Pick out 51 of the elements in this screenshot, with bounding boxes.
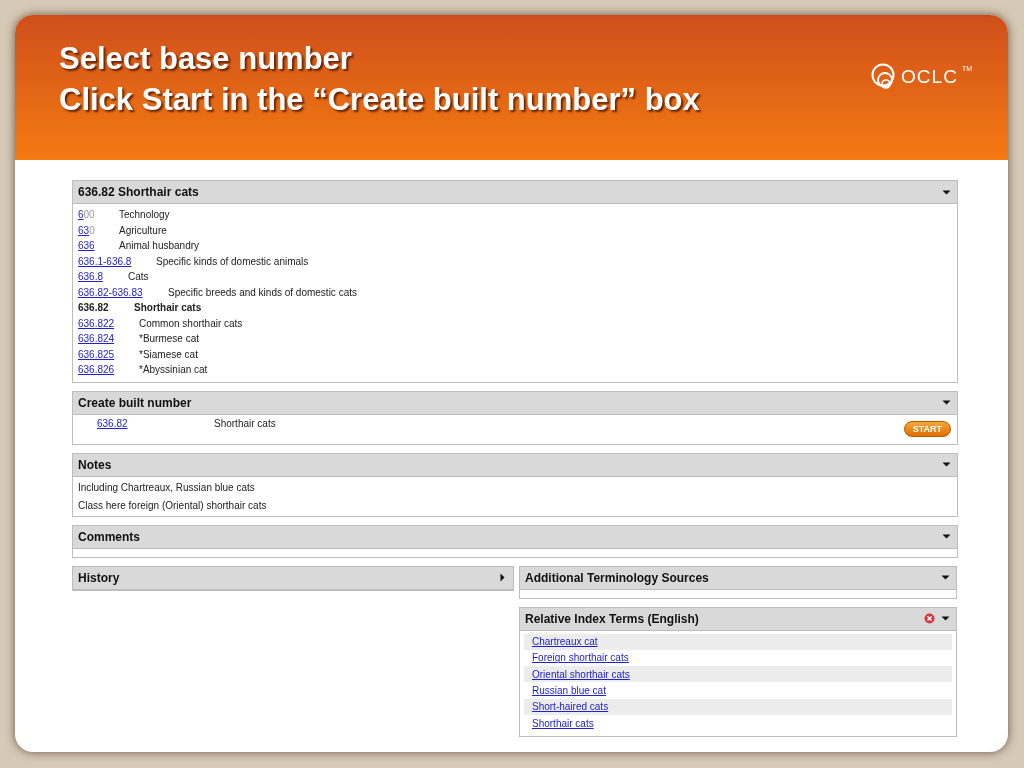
- caret-down-icon[interactable]: [941, 614, 950, 623]
- index-term-link[interactable]: Foreign shorthair cats: [532, 652, 629, 664]
- class-caption: Technology: [119, 209, 170, 221]
- class-number-link[interactable]: 636.8: [78, 271, 104, 283]
- class-caption: Agriculture: [119, 224, 167, 236]
- class-number-suffix: 0: [89, 224, 95, 236]
- index-term-link[interactable]: Oriental shorthair cats: [532, 668, 630, 680]
- class-caption: Specific breeds and kinds of domestic cats: [168, 286, 357, 298]
- class-number: 636.82: [78, 302, 109, 314]
- class-number-link[interactable]: 636.82-636.83: [78, 286, 143, 298]
- class-number-link[interactable]: 636.1-636.8: [78, 255, 132, 267]
- close-icon[interactable]: [924, 613, 935, 624]
- slide-title: Select base number: [59, 39, 353, 78]
- panel-title: Create built number: [78, 395, 193, 410]
- caret-down-icon[interactable]: [942, 460, 951, 469]
- class-number-link[interactable]: 636.822: [78, 317, 115, 329]
- class-number-link[interactable]: 636.825: [78, 348, 115, 360]
- caret-down-icon[interactable]: [942, 532, 951, 541]
- caret-down-icon[interactable]: [942, 398, 951, 407]
- panel-title: Comments: [78, 529, 141, 544]
- index-term-link[interactable]: Chartreaux cat: [532, 636, 598, 648]
- logo-text: OCLC: [901, 65, 958, 88]
- class-number-link[interactable]: 636.82: [97, 417, 128, 429]
- class-caption: Common shorthair cats: [139, 317, 243, 329]
- class-number-link[interactable]: 6: [78, 209, 84, 221]
- class-number-suffix: 00: [83, 209, 95, 221]
- panel-title: History: [78, 570, 121, 585]
- panel-title: Additional Terminology Sources: [525, 570, 710, 585]
- index-term-link[interactable]: Short-haired cats: [532, 701, 609, 713]
- note-text: Class here foreign (Oriental) shorthair cats: [78, 498, 268, 513]
- class-number-link[interactable]: 636.826: [78, 364, 115, 376]
- class-caption: Shorthair cats: [134, 302, 202, 314]
- class-number-link[interactable]: 636: [78, 240, 95, 252]
- class-caption: *Siamese cat: [139, 348, 198, 360]
- class-number-link[interactable]: 63: [78, 224, 90, 236]
- caret-right-icon[interactable]: [498, 573, 507, 582]
- class-caption: Cats: [128, 271, 149, 283]
- class-number-link[interactable]: 636.824: [78, 333, 115, 345]
- class-caption: Shorthair cats: [214, 417, 277, 429]
- class-caption: *Abyssinian cat: [139, 364, 208, 376]
- panel-title: Notes: [78, 457, 113, 472]
- index-term-link[interactable]: Shorthair cats: [532, 717, 594, 729]
- caret-down-icon[interactable]: [941, 573, 950, 582]
- class-caption: Animal husbandry: [119, 240, 200, 252]
- class-caption: Specific kinds of domestic animals: [156, 255, 309, 267]
- index-term-link[interactable]: Russian blue cat: [532, 685, 606, 697]
- note-text: Including Chartreaux, Russian blue cats: [78, 480, 256, 495]
- panel-title: 636.82 Shorthair cats: [78, 185, 200, 199]
- slide-title: Click Start in the “Create built number” box: [59, 80, 700, 119]
- panel-title: Relative Index Terms (English): [525, 611, 700, 626]
- class-caption: *Burmese cat: [139, 333, 200, 345]
